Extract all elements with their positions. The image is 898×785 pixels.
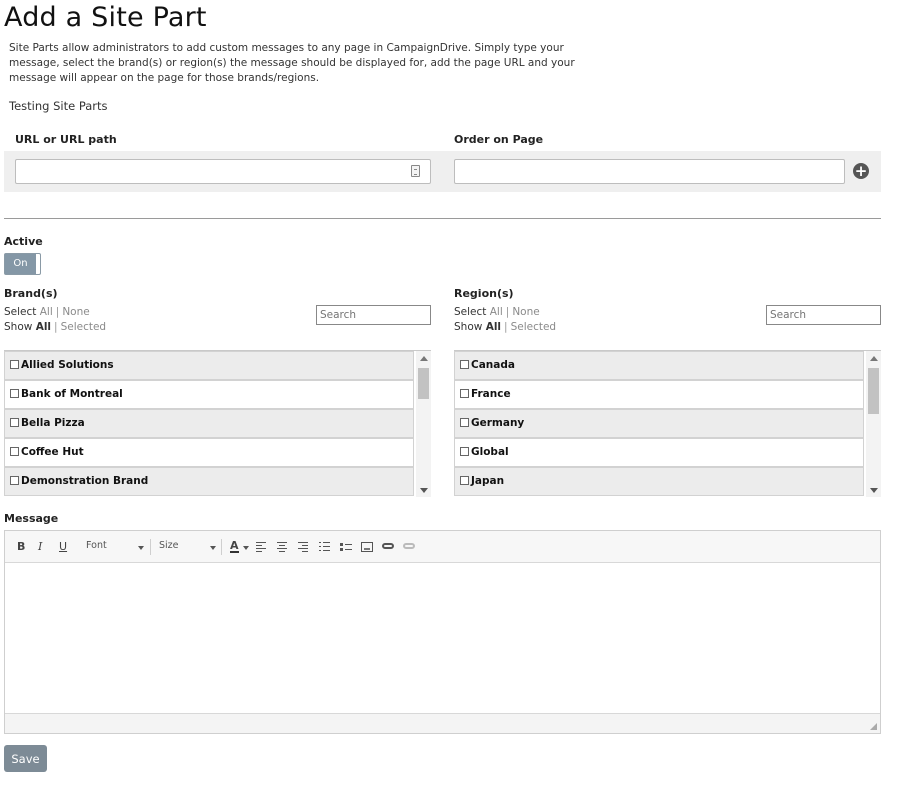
regions-show-selected-link[interactable]: Selected [511, 321, 557, 333]
align-left-icon[interactable] [256, 541, 268, 553]
brands-search-input[interactable] [316, 305, 431, 325]
list-item[interactable]: Global [454, 438, 864, 467]
chevron-down-icon [210, 546, 216, 550]
list-item[interactable]: Japan [454, 467, 864, 496]
site-part-name: Testing Site Parts [9, 99, 108, 113]
regions-list: Canada France Germany Global Japan [454, 350, 881, 497]
brands-show-all-link[interactable]: All [36, 321, 51, 333]
editor-statusbar [5, 713, 880, 733]
checkbox[interactable] [10, 360, 19, 369]
brands-select-word: Select [4, 306, 37, 318]
bold-button[interactable]: B [17, 540, 25, 553]
checkbox[interactable] [460, 418, 469, 427]
numbered-list-icon[interactable] [319, 541, 331, 553]
regions-show-word: Show [454, 321, 483, 333]
brands-show-word: Show [4, 321, 33, 333]
regions-scrollbar[interactable] [866, 351, 881, 497]
active-label: Active [4, 235, 43, 248]
align-center-icon[interactable] [277, 541, 289, 553]
scroll-thumb[interactable] [418, 368, 429, 399]
regions-select-none-link[interactable]: None [512, 306, 539, 318]
checkbox[interactable] [10, 418, 19, 427]
chevron-down-icon [138, 546, 144, 550]
brands-select-none-link[interactable]: None [62, 306, 89, 318]
scroll-down-icon[interactable] [870, 488, 878, 493]
scroll-down-icon[interactable] [420, 488, 428, 493]
brands-label: Brand(s) [4, 287, 58, 300]
font-dropdown[interactable]: Font [86, 540, 107, 551]
message-label: Message [4, 512, 59, 525]
scroll-up-icon[interactable] [870, 356, 878, 361]
brands-scrollbar[interactable] [416, 351, 431, 497]
order-label: Order on Page [454, 133, 544, 146]
unlink-icon[interactable] [403, 543, 415, 549]
scroll-up-icon[interactable] [420, 356, 428, 361]
toolbar-divider [150, 539, 151, 555]
page-title: Add a Site Part [4, 2, 207, 33]
link-icon[interactable] [382, 543, 394, 549]
file-picker-icon[interactable] [411, 165, 420, 177]
list-item[interactable]: Allied Solutions [4, 351, 414, 380]
size-dropdown[interactable]: Size [159, 540, 179, 551]
regions-select-all-link[interactable]: All [490, 306, 503, 318]
scroll-thumb[interactable] [868, 368, 879, 414]
list-item[interactable]: Demonstration Brand [4, 467, 414, 496]
list-item[interactable]: Bella Pizza [4, 409, 414, 438]
align-right-icon[interactable] [298, 541, 310, 553]
list-item[interactable]: Bank of Montreal [4, 380, 414, 409]
checkbox[interactable] [460, 389, 469, 398]
underline-button[interactable]: U [59, 540, 67, 553]
regions-select-word: Select [454, 306, 487, 318]
checkbox[interactable] [460, 447, 469, 456]
brands-show-selected-link[interactable]: Selected [61, 321, 107, 333]
image-icon[interactable] [361, 542, 373, 552]
list-item[interactable]: Coffee Hut [4, 438, 414, 467]
message-body[interactable] [5, 563, 880, 713]
italic-button[interactable]: I [38, 540, 42, 553]
brands-show-controls: Show All | Selected [4, 321, 107, 333]
active-toggle[interactable]: On [4, 253, 41, 275]
url-label: URL or URL path [15, 133, 117, 146]
editor-toolbar: B I U Font Size A [5, 531, 880, 563]
chevron-down-icon [243, 546, 249, 550]
message-editor: B I U Font Size A [4, 530, 881, 734]
url-input[interactable] [15, 159, 431, 184]
checkbox[interactable] [460, 360, 469, 369]
regions-label: Region(s) [454, 287, 514, 300]
active-toggle-label: On [5, 254, 36, 274]
list-item[interactable]: Germany [454, 409, 864, 438]
brands-select-all-link[interactable]: All [40, 306, 53, 318]
order-input[interactable] [454, 159, 845, 184]
add-url-icon[interactable]: + [853, 163, 869, 179]
section-divider [4, 218, 881, 219]
brands-select-controls: Select All | None [4, 306, 90, 318]
checkbox[interactable] [10, 476, 19, 485]
list-item[interactable]: Canada [454, 351, 864, 380]
regions-select-controls: Select All | None [454, 306, 540, 318]
regions-show-controls: Show All | Selected [454, 321, 557, 333]
toolbar-divider [221, 539, 222, 555]
checkbox[interactable] [10, 447, 19, 456]
resize-handle-icon[interactable] [870, 723, 877, 730]
font-color-button[interactable]: A [230, 540, 239, 553]
page-description: Site Parts allow administrators to add c… [9, 42, 575, 84]
bullet-list-icon[interactable] [340, 541, 352, 553]
regions-search-input[interactable] [766, 305, 881, 325]
checkbox[interactable] [10, 389, 19, 398]
list-item[interactable]: France [454, 380, 864, 409]
brands-list: Allied Solutions Bank of Montreal Bella … [4, 350, 431, 497]
regions-show-all-link[interactable]: All [486, 321, 501, 333]
save-button[interactable]: Save [4, 745, 47, 772]
checkbox[interactable] [460, 476, 469, 485]
